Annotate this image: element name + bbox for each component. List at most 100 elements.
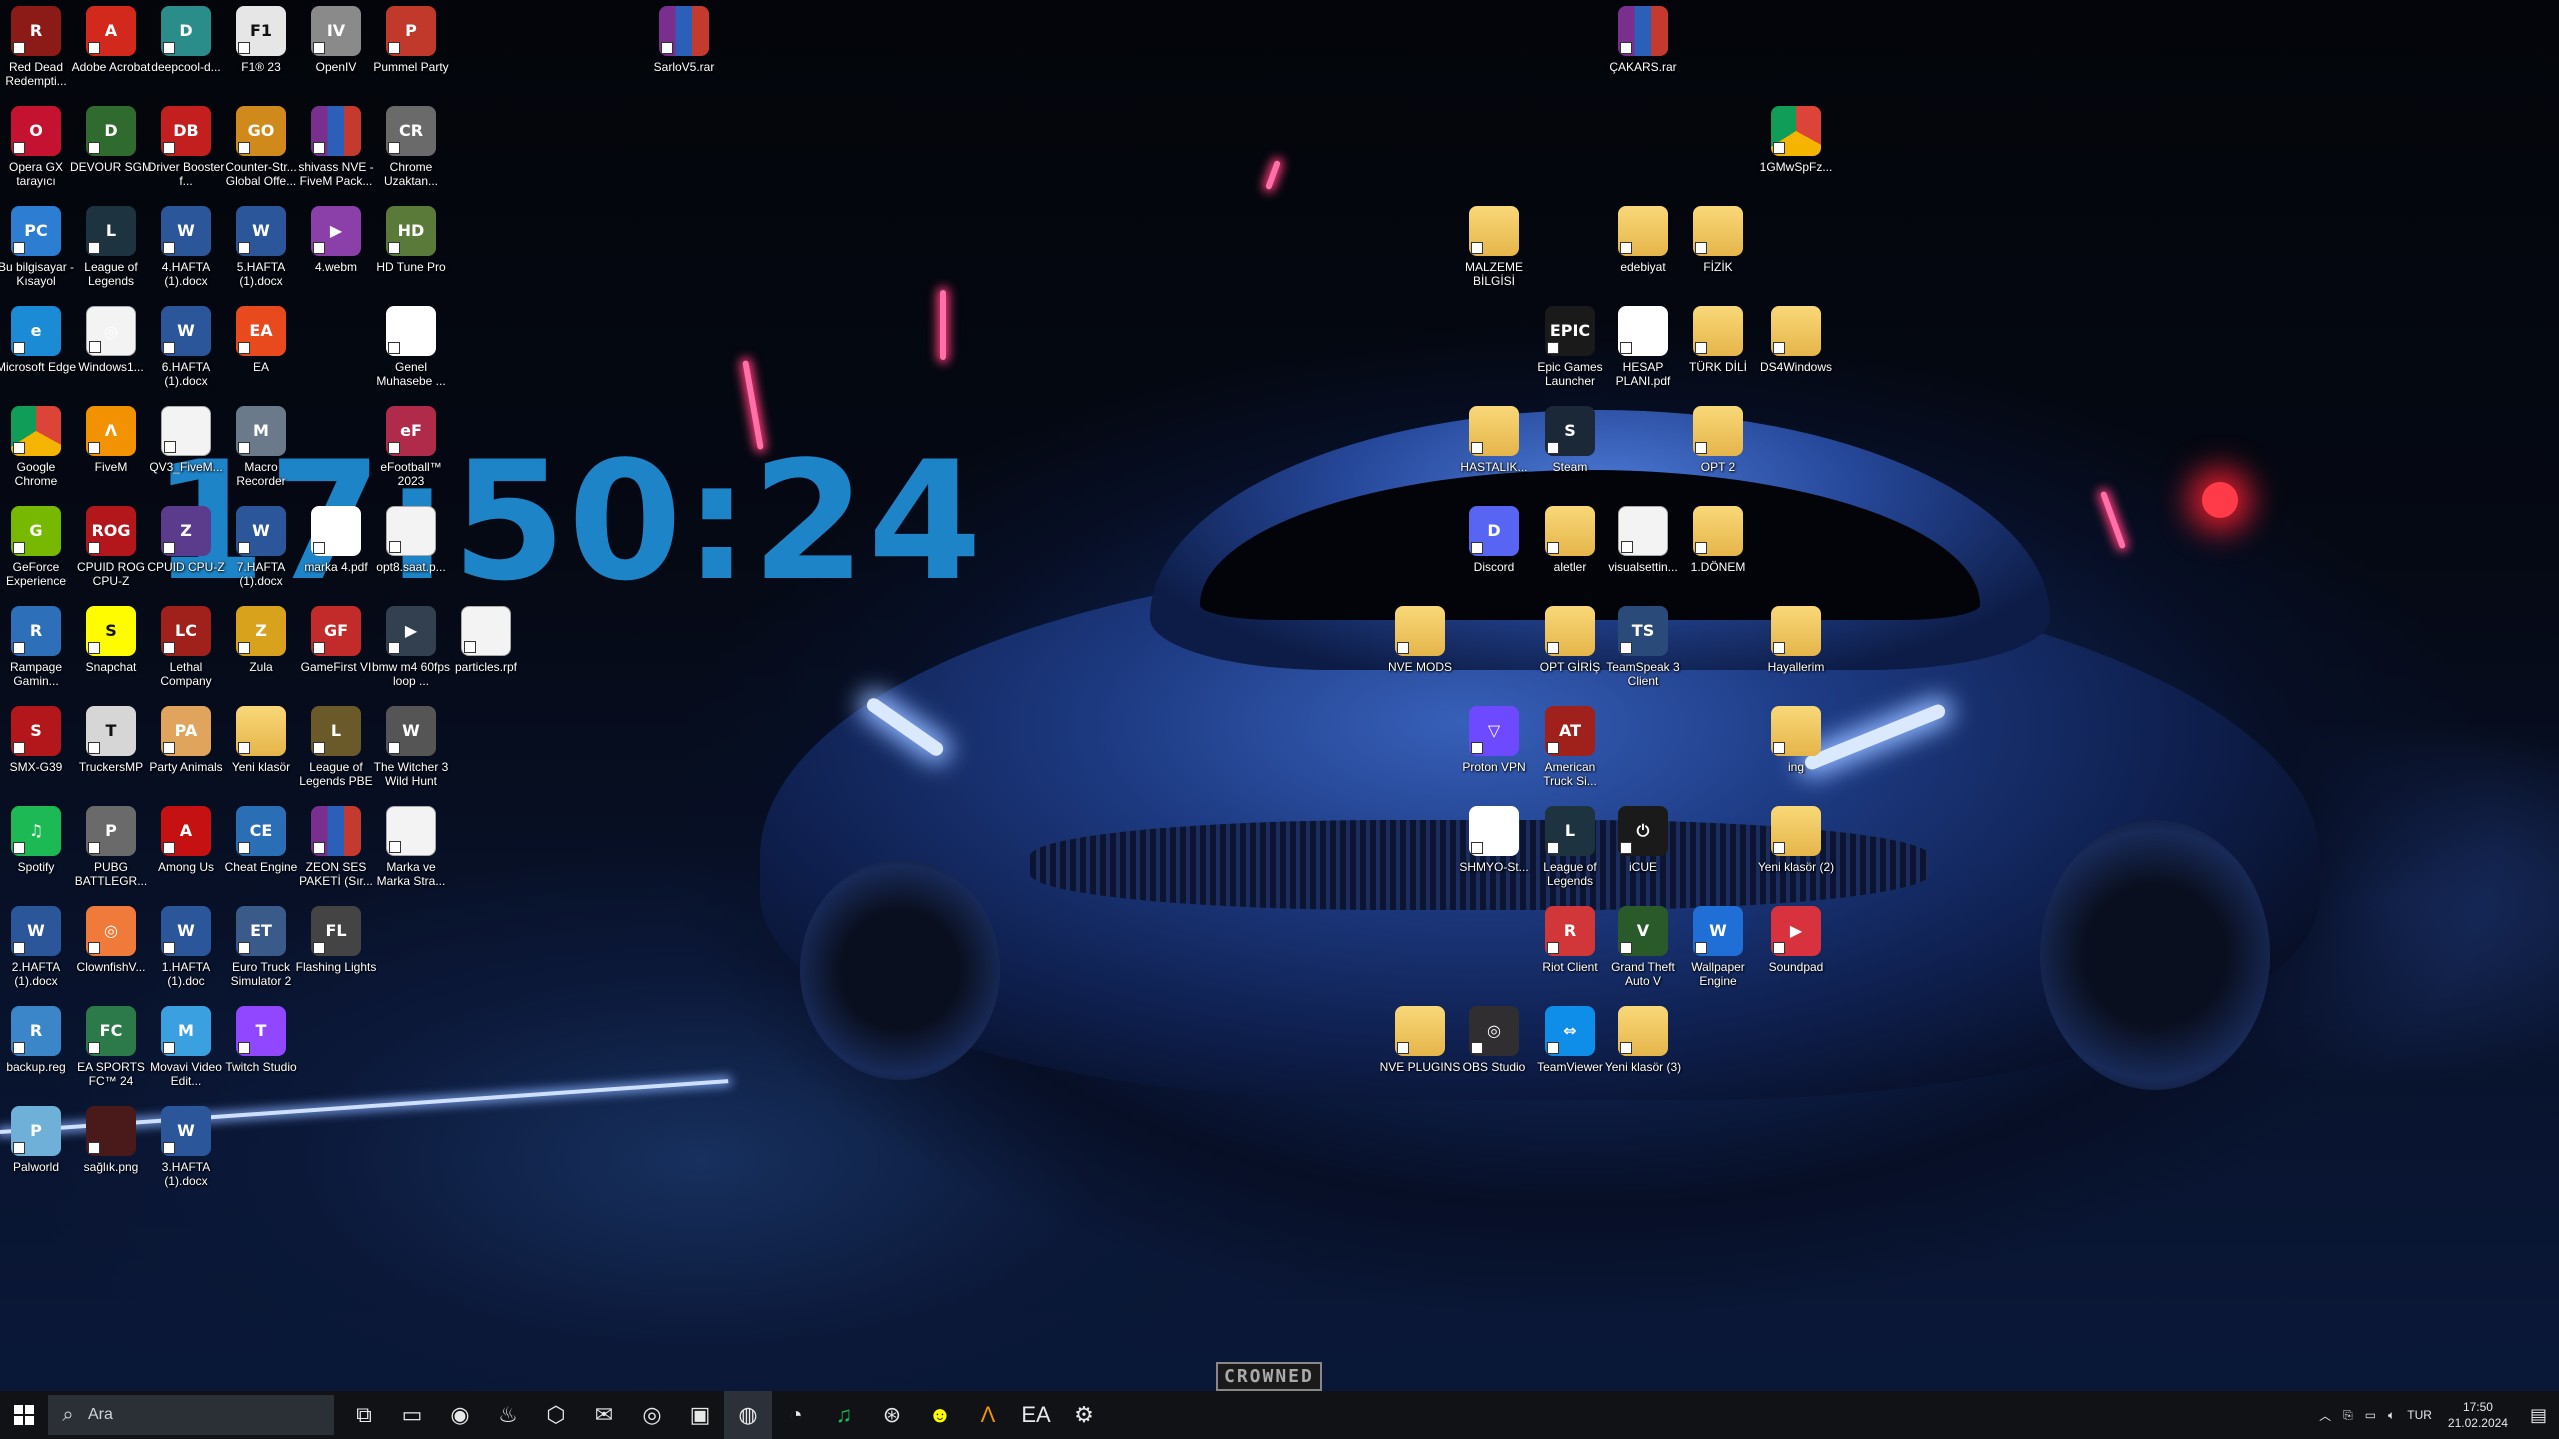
network-icon[interactable]: ⎘ [2337, 1408, 2359, 1423]
start-button[interactable] [0, 1391, 48, 1439]
desktop-icon[interactable]: ⇔ TeamViewer [1529, 1006, 1611, 1106]
desktop-icon[interactable]: TS TeamSpeak 3 Client [1602, 606, 1684, 706]
desktop-icon[interactable]: M Macro Recorder [220, 406, 302, 506]
desktop-icon[interactable]: 1.DÖNEM [1677, 506, 1759, 606]
desktop-icon[interactable]: LC Lethal Company [145, 606, 227, 706]
desktop-icon[interactable]: W 7.HAFTA (1).docx [220, 506, 302, 606]
desktop-icon[interactable]: e Microsoft Edge [0, 306, 77, 406]
desktop-icon[interactable]: ⏻ iCUE [1602, 806, 1684, 906]
desktop-icon[interactable]: AT American Truck Si... [1529, 706, 1611, 806]
desktop-icon[interactable]: A Adobe Acrobat [70, 6, 152, 106]
desktop-icon[interactable]: particles.rpf [445, 606, 527, 706]
desktop-icon[interactable]: GF GameFirst VI [295, 606, 377, 706]
messenger-icon[interactable]: ✉ [580, 1391, 628, 1439]
desktop-icon[interactable]: NVE PLUGINS [1379, 1006, 1461, 1106]
desktop-icon[interactable]: OPT 2 [1677, 406, 1759, 506]
language-indicator[interactable]: TUR [2401, 1408, 2438, 1422]
desktop-icon[interactable]: ▶ bmw m4 60fps loop ... [370, 606, 452, 706]
desktop-icon[interactable]: Google Chrome [0, 406, 77, 506]
desktop-icon[interactable]: IV OpenIV [295, 6, 377, 106]
desktop-icon[interactable]: ◎ OBS Studio [1453, 1006, 1535, 1106]
desktop-icon[interactable]: FC EA SPORTS FC™ 24 [70, 1006, 152, 1106]
fivem-icon[interactable]: Λ [964, 1391, 1012, 1439]
desktop-icon[interactable]: A Among Us [145, 806, 227, 906]
desktop-icon[interactable]: ▽ Proton VPN [1453, 706, 1535, 806]
desktop-icon[interactable]: W 4.HAFTA (1).docx [145, 206, 227, 306]
desktop-icon[interactable]: Marka ve Marka Stra... [370, 806, 452, 906]
desktop-icon[interactable]: P Palworld [0, 1106, 77, 1206]
desktop-icon[interactable]: Yeni klasör (2) [1755, 806, 1837, 906]
desktop-icon[interactable]: F1 F1® 23 [220, 6, 302, 106]
desktop-icon[interactable]: Z Zula [220, 606, 302, 706]
desktop-icon[interactable]: PDF HESAP PLANI.pdf [1602, 306, 1684, 406]
chrome-icon[interactable]: ◍ [724, 1391, 772, 1439]
display-icon[interactable]: ▭ [2359, 1408, 2382, 1422]
desktop-icon[interactable]: ing [1755, 706, 1837, 806]
desktop-icon[interactable]: W 6.HAFTA (1).docx [145, 306, 227, 406]
desktop-icon[interactable]: edebiyat [1602, 206, 1684, 306]
desktop-icon[interactable]: ▶ 4.webm [295, 206, 377, 306]
desktop-icon[interactable]: PDF marka 4.pdf [295, 506, 377, 606]
taskbar-clock[interactable]: 17:50 21.02.2024 [2438, 1399, 2518, 1431]
desktop-icon[interactable]: EPIC Epic Games Launcher [1529, 306, 1611, 406]
desktop-icon[interactable]: PC Bu bilgisayar - Kısayol [0, 206, 77, 306]
desktop-icon[interactable]: R Riot Client [1529, 906, 1611, 1006]
desktop-icon[interactable]: W 5.HAFTA (1).docx [220, 206, 302, 306]
desktop-icon[interactable]: T TruckersMP [70, 706, 152, 806]
desktop-icon[interactable]: L League of Legends [70, 206, 152, 306]
notification-center-icon[interactable]: ▤ [2518, 1405, 2559, 1426]
desktop-icon[interactable]: QV3_FiveM... [145, 406, 227, 506]
desktop-icon[interactable]: Z CPUID CPU-Z [145, 506, 227, 606]
desktop-icon[interactable]: Λ FiveM [70, 406, 152, 506]
desktop-icon[interactable]: TÜRK DİLİ [1677, 306, 1759, 406]
desktop-icon[interactable]: opt8.saat.p... [370, 506, 452, 606]
desktop-icon[interactable]: S Snapchat [70, 606, 152, 706]
taskbar-search-box[interactable]: ⌕ Ara [48, 1395, 334, 1435]
desktop-icon[interactable]: Ddeepcool-d... [145, 6, 227, 106]
snapchat-icon[interactable]: ☻ [916, 1391, 964, 1439]
desktop-icon[interactable]: PA Party Animals [145, 706, 227, 806]
desktop-icon[interactable]: ◎ Windows1... [70, 306, 152, 406]
desktop-icon[interactable]: eF eFootball™ 2023 [370, 406, 452, 506]
desktop-icon[interactable]: G GeForce Experience [0, 506, 77, 606]
desktop-icon[interactable]: L League of Legends [1529, 806, 1611, 906]
desktop-icon[interactable]: ÇAKARS.rar [1602, 6, 1684, 106]
desktop-icon[interactable]: DB Driver Booster f... [145, 106, 227, 206]
desktop-icon[interactable]: V Grand Theft Auto V [1602, 906, 1684, 1006]
desktop-icon[interactable]: ▶ Soundpad [1755, 906, 1837, 1006]
desktop-icon[interactable]: W 3.HAFTA (1).docx [145, 1106, 227, 1206]
desktop-icon[interactable]: O Opera GX tarayıcı [0, 106, 77, 206]
obs-icon[interactable]: ◎ [628, 1391, 676, 1439]
file-explorer-icon[interactable]: ▭ [388, 1391, 436, 1439]
desktop-icon[interactable]: W The Witcher 3 Wild Hunt [370, 706, 452, 806]
desktop-icon[interactable]: PDF Genel Muhasebe ... [370, 306, 452, 406]
spotify-icon[interactable]: ♫ [820, 1391, 868, 1439]
desktop-icon[interactable]: aletler [1529, 506, 1611, 606]
desktop-icon[interactable]: R Red Dead Redempti... [0, 6, 77, 106]
desktop-icon[interactable]: sağlık.png [70, 1106, 152, 1206]
desktop-icon[interactable]: DS4Windows [1755, 306, 1837, 406]
ea-icon[interactable]: EA [1012, 1391, 1060, 1439]
desktop-icon[interactable]: M Movavi Video Edit... [145, 1006, 227, 1106]
desktop-icon[interactable]: HASTALIK... [1453, 406, 1535, 506]
desktop-icon[interactable]: ZEON SES PAKETİ (Sır... [295, 806, 377, 906]
obs-studio-icon[interactable]: ⊛ [868, 1391, 916, 1439]
desktop-icon[interactable]: ROG CPUID ROG CPU-Z [70, 506, 152, 606]
desktop-icon[interactable]: Yeni klasör (3) [1602, 1006, 1684, 1106]
desktop-icon[interactable]: P Pummel Party [370, 6, 452, 106]
desktop-icon[interactable]: HD HD Tune Pro [370, 206, 452, 306]
show-hidden-icons-chevron-icon[interactable]: ︿ [2313, 1407, 2337, 1424]
macro-recorder-icon[interactable]: ◉ [436, 1391, 484, 1439]
desktop-icon[interactable]: ◎ ClownfishV... [70, 906, 152, 1006]
desktop-icon[interactable]: CE Cheat Engine [220, 806, 302, 906]
desktop-icon[interactable]: ET Euro Truck Simulator 2 [220, 906, 302, 1006]
desktop-icon[interactable]: NVE MODS [1379, 606, 1461, 706]
desktop-icon[interactable]: 1GMwSpFz... [1755, 106, 1837, 206]
desktop-icon[interactable]: GO Counter-Str... Global Offe... [220, 106, 302, 206]
twitch-studio-icon[interactable]: ▣ [676, 1391, 724, 1439]
desktop-icon[interactable]: L League of Legends PBE [295, 706, 377, 806]
desktop-icon[interactable]: FİZİK [1677, 206, 1759, 306]
desktop-icon[interactable]: CR Chrome Uzaktan... [370, 106, 452, 206]
desktop[interactable]: 17:50:24 R Red Dead Redempti... A Adobe Acr… [0, 0, 2559, 1391]
desktop-icon[interactable]: EA EA [220, 306, 302, 406]
